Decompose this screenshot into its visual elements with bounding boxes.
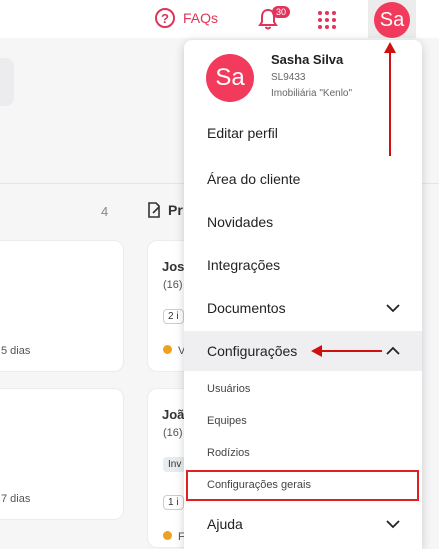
submenu-item-label: Equipes [207,415,247,427]
card-chip: 2 i [163,309,184,324]
user-name: Sasha Silva [271,52,344,67]
annotation-arrow-up-icon [384,42,396,53]
submenu-item-label: Usuários [207,383,251,395]
menu-item-integrations[interactable]: Integrações [184,245,422,285]
menu-item-label: Novidades [207,214,274,230]
submenu-item-label: Rodízios [207,447,250,459]
warning-icon [163,531,172,540]
annotation-arrow-shaft [389,50,391,156]
column-header: Pr [146,202,183,218]
question-circle-icon: ? [155,8,175,28]
deal-card[interactable]: 5 dias [0,240,124,372]
menu-item-label: Documentos [207,300,286,316]
submenu-item-users[interactable]: Usuários [184,374,422,404]
card-chip: 1 i [163,495,184,510]
menu-item-client-area[interactable]: Área do cliente [184,159,422,199]
annotation-arrow-left-icon [311,345,322,357]
menu-item-edit-profile[interactable]: Editar perfil [184,113,422,153]
top-bar: ? FAQs 30 Sa [0,0,439,38]
background-panel [0,58,14,106]
company-name: Imobiliária "Kenlo" [271,88,353,99]
card-name: Jos [162,259,185,274]
deal-card[interactable]: 7 dias [0,388,124,520]
menu-item-settings[interactable]: Configurações [184,331,422,371]
card-name: Joã [162,407,185,422]
card-sub: (16) [163,427,183,439]
card-days: 5 dias [1,345,31,357]
card-days: 7 dias [1,493,31,505]
annotation-highlight-box [186,470,419,501]
user-avatar-button[interactable]: Sa [374,2,410,38]
faqs-label: FAQs [183,10,219,26]
user-code: SL9433 [271,72,306,83]
apps-grid-icon[interactable] [318,11,336,29]
menu-item-label: Ajuda [207,516,243,532]
menu-avatar: Sa [206,54,254,102]
annotation-arrow-shaft [320,350,382,352]
menu-item-label: Editar perfil [207,125,278,141]
warning-icon [163,345,172,354]
card-sub: (16) [163,279,183,291]
chevron-up-icon [386,346,400,355]
chevron-down-icon [386,520,400,529]
menu-item-documents[interactable]: Documentos [184,288,422,328]
menu-item-help[interactable]: Ajuda [184,504,422,544]
chevron-down-icon [386,304,400,313]
menu-item-news[interactable]: Novidades [184,202,422,242]
card-tag: Inv [163,457,187,472]
submenu-item-rotations[interactable]: Rodízios [184,438,422,468]
submenu-item-teams[interactable]: Equipes [184,406,422,436]
menu-item-label: Configurações [207,343,298,359]
column-title: Pr [168,202,183,218]
edit-document-icon [148,202,160,218]
notification-badge: 30 [272,6,290,18]
menu-item-label: Integrações [207,257,281,273]
faqs-button[interactable]: ? FAQs [155,8,218,28]
column-count: 4 [101,204,109,219]
menu-item-label: Área do cliente [207,171,301,187]
